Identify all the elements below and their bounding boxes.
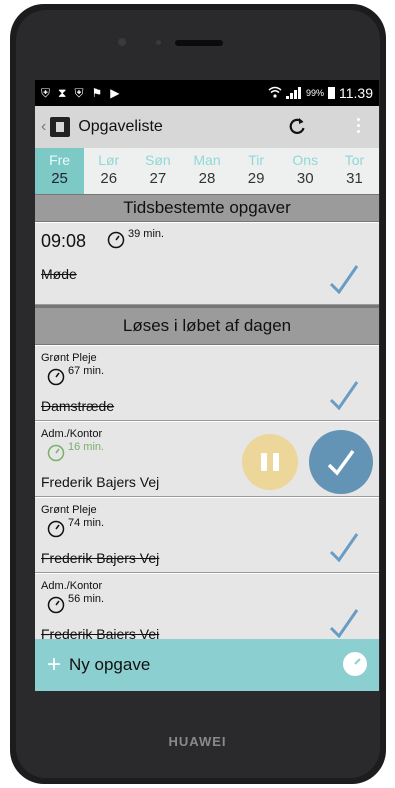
check-icon[interactable] [329, 380, 359, 410]
back-icon[interactable]: ‹ [41, 118, 46, 136]
task-category: Adm./Kontor [41, 428, 103, 440]
task-duration: 16 min. [47, 441, 104, 462]
task-duration: 56 min. [47, 593, 104, 614]
task-time: 09:08 [41, 231, 87, 251]
day-mon[interactable]: Man 28 [182, 148, 231, 194]
list-item[interactable]: Grønt Pleje 67 min. Damstræde [35, 345, 379, 421]
day-sun[interactable]: Søn 27 [133, 148, 182, 194]
day-fri[interactable]: Fre 25 [35, 148, 85, 194]
signal-icon [285, 87, 302, 99]
day-selector: Fre 25 Lør 26 Søn 27 Man 28 Tir 29 Ons 30 Tor 3… [35, 148, 379, 194]
page-title: Opgaveliste [78, 118, 163, 135]
day-sat[interactable]: Lør 26 [84, 148, 133, 194]
battery-percent: 99% [305, 88, 324, 98]
day-thu[interactable]: Tor 31 [330, 148, 379, 194]
sensor-icon [156, 40, 161, 45]
task-duration: 67 min. [47, 365, 104, 386]
new-task-bar[interactable]: + Ny opgave [35, 639, 379, 691]
camera-icon [118, 38, 126, 46]
add-icon[interactable]: + [47, 653, 61, 677]
task-name: Frederik Bajers Vej [41, 550, 160, 566]
check-icon [327, 449, 355, 476]
list-item[interactable]: Adm./Kontor 56 min. Frederik Bajers Vej [35, 573, 379, 649]
list-item[interactable]: Grønt Pleje 74 min. Frederik Bajers Vej [35, 497, 379, 573]
clock-time: 11.39 [339, 85, 373, 101]
task-duration: 39 min. [107, 228, 164, 249]
battery-icon [328, 87, 335, 99]
clock-icon [107, 231, 125, 249]
section-header-daytime: Løses i løbet af dagen [35, 305, 379, 345]
task-name: Frederik Bajers Vej [41, 474, 160, 490]
task-category: Adm./Kontor [41, 580, 103, 592]
speaker-grille [175, 40, 223, 46]
clock-icon [47, 368, 65, 386]
flag-icon: ⚑ [91, 85, 103, 100]
stopwatch-icon[interactable] [343, 652, 367, 676]
action-bar: ‹ Opgaveliste [35, 106, 379, 148]
overflow-menu-icon[interactable] [357, 118, 361, 136]
task-category: Grønt Pleje [41, 352, 97, 364]
clock-icon [47, 596, 65, 614]
task-category: Grønt Pleje [41, 504, 97, 516]
task-name: Damstræde [41, 398, 115, 414]
new-task-label[interactable]: Ny opgave [69, 655, 150, 675]
task-duration: 74 min. [47, 517, 104, 538]
section-header-timed: Tidsbestemte opgaver [35, 194, 379, 222]
list-item-active[interactable]: Adm./Kontor 16 min. Frederik Bajers Vej [35, 421, 379, 497]
clock-icon [47, 444, 65, 462]
shield-icon: ⛨ [41, 85, 51, 100]
check-icon[interactable] [329, 264, 359, 294]
check-icon[interactable] [329, 608, 359, 638]
complete-button[interactable] [309, 430, 373, 494]
app-screen: ⛨ ⧗ ⛨ ⚑ ▶ 99% 11.39 ‹ Opgaveliste Fre25 [35, 80, 379, 691]
task-name: Møde [41, 266, 77, 282]
play-icon: ▶ [110, 85, 120, 100]
app-icon[interactable] [50, 117, 71, 137]
clock-icon [47, 520, 65, 538]
pin-icon: ⧗ [58, 85, 67, 100]
refresh-icon[interactable] [287, 116, 307, 136]
check-icon[interactable] [329, 532, 359, 562]
shield-icon: ⛨ [74, 85, 84, 100]
status-bar: ⛨ ⧗ ⛨ ⚑ ▶ 99% 11.39 [35, 80, 379, 106]
wifi-icon [268, 86, 282, 101]
pause-button[interactable] [242, 434, 298, 490]
timed-task-row[interactable]: 09:08 39 min. Møde [35, 222, 379, 305]
brand-logo: HUAWEI [168, 734, 227, 749]
day-tue[interactable]: Tir 29 [232, 148, 281, 194]
day-wed[interactable]: Ons 30 [281, 148, 330, 194]
